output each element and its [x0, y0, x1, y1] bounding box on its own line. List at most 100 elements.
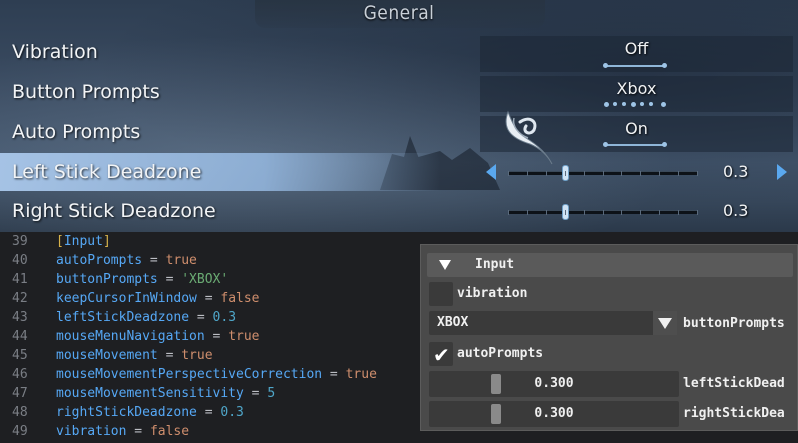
- equals-sign: =: [322, 367, 346, 382]
- equals-sign: =: [142, 253, 166, 268]
- slider-tick: [565, 210, 566, 215]
- right-stick-deadzone-slider[interactable]: [508, 204, 698, 220]
- increase-arrow-icon[interactable]: [777, 164, 787, 180]
- code-line[interactable]: 47 mouseMovementSensitivity = 5: [0, 386, 420, 405]
- config-value: false: [220, 291, 260, 306]
- vibration-value-cell[interactable]: Off: [480, 36, 793, 72]
- auto-prompts-checkbox[interactable]: ✔: [429, 342, 453, 367]
- option-dot: [661, 102, 666, 107]
- code-text: mouseMovementSensitivity = 5: [56, 386, 275, 401]
- code-line[interactable]: 42 keepCursorInWindow = false: [0, 291, 420, 310]
- code-line[interactable]: 41 buttonPrompts = 'XBOX': [0, 272, 420, 291]
- collapse-triangle-icon[interactable]: [439, 260, 451, 270]
- code-text: autoPrompts = true: [56, 253, 197, 268]
- dropdown-button[interactable]: [653, 311, 677, 335]
- inspector-header[interactable]: Input: [427, 253, 793, 277]
- auto-prompts-field-label: autoPrompts: [457, 346, 544, 361]
- code-line[interactable]: 39 [Input]: [0, 234, 420, 253]
- config-key: leftStickDeadzone: [56, 310, 190, 325]
- config-value: true: [181, 348, 213, 363]
- button-prompts-field-label: buttonPrompts: [683, 316, 785, 331]
- config-key: mouseMovementPerspectiveCorrection: [56, 367, 323, 382]
- config-value: 0.3: [212, 310, 237, 325]
- line-number: 40: [12, 253, 28, 268]
- equals-sign: =: [243, 386, 268, 401]
- code-line[interactable]: 46 mouseMovementPerspectiveCorrection = t…: [0, 367, 420, 386]
- button-prompts-selected-value: XBOX: [437, 315, 469, 330]
- slider-tick: [584, 171, 585, 176]
- line-number: 46: [12, 367, 28, 382]
- button-prompts-value-cell[interactable]: Xbox: [480, 76, 793, 112]
- vibration-field-label: vibration: [457, 286, 528, 301]
- section-name: Input: [63, 234, 103, 249]
- slider-tick: [508, 210, 509, 215]
- left-stick-deadzone-slider[interactable]: [508, 165, 698, 181]
- code-line[interactable]: 44 mouseMenuNavigation = true: [0, 329, 420, 348]
- config-key: rightStickDeadzone: [56, 405, 197, 420]
- slider-tick: [565, 171, 566, 176]
- code-text: mouseMenuNavigation = true: [56, 329, 260, 344]
- slider-tick: [659, 210, 660, 215]
- equals-sign: =: [157, 272, 182, 287]
- code-line[interactable]: 48 rightStickDeadzone = 0.3: [0, 405, 420, 424]
- right-stick-deadzone-label[interactable]: Right Stick Deadzone: [12, 200, 216, 222]
- code-line[interactable]: 43 leftStickDeadzone = 0.3: [0, 310, 420, 329]
- left-stick-deadzone-value: 0.3: [723, 162, 749, 181]
- code-text: keepCursorInWindow = false: [56, 291, 260, 306]
- vibration-checkbox[interactable]: [429, 282, 453, 306]
- slider-tick: [678, 210, 679, 215]
- section-title: General: [363, 2, 435, 24]
- bracket: ]: [102, 234, 111, 249]
- right-stick-deadzone-value: 0.3: [723, 201, 749, 220]
- chevron-down-icon: [658, 318, 672, 329]
- slider-tick: [508, 171, 509, 176]
- slider-tick: [640, 210, 641, 215]
- vibration-label[interactable]: Vibration: [12, 41, 98, 63]
- config-key: mouseMovement: [56, 348, 158, 363]
- config-key: mouseMovementSensitivity: [56, 386, 244, 401]
- line-number: 49: [12, 424, 28, 439]
- config-value: true: [345, 367, 377, 382]
- slider-tick: [527, 210, 528, 215]
- code-line[interactable]: 45 mouseMovement = true: [0, 348, 420, 367]
- auto-prompts-label[interactable]: Auto Prompts: [12, 121, 140, 143]
- option-dot: [604, 102, 609, 107]
- button-prompts-option-indicator: [604, 102, 666, 107]
- config-key: vibration: [56, 424, 127, 439]
- config-value: 0.3: [220, 405, 244, 420]
- right-stick-deadzone-field[interactable]: 0.300: [429, 401, 679, 427]
- option-dot: [603, 63, 608, 68]
- ornate-cursor-icon: [505, 110, 553, 165]
- button-prompts-value: Xbox: [616, 79, 657, 98]
- config-value: false: [149, 424, 190, 439]
- vibration-option-indicator: [603, 63, 667, 68]
- bracket: [: [56, 234, 64, 249]
- slider-tick: [603, 171, 604, 176]
- line-number: 41: [12, 272, 28, 287]
- config-key: mouseMenuNavigation: [56, 329, 205, 344]
- option-dot: [662, 63, 667, 68]
- config-key: keepCursorInWindow: [56, 291, 197, 306]
- code-text: vibration = false: [56, 424, 189, 439]
- option-dot: [640, 102, 644, 106]
- line-number: 42: [12, 291, 28, 306]
- config-value: true: [165, 253, 197, 268]
- code-text: [Input]: [56, 234, 111, 249]
- slider-tick: [640, 171, 641, 176]
- code-line[interactable]: 40 autoPrompts = true: [0, 253, 420, 272]
- config-key: autoPrompts: [56, 253, 143, 268]
- game-settings-panel: General Vibration Off Button Prompts Xbo…: [0, 0, 798, 232]
- equals-sign: =: [196, 405, 221, 420]
- slider-tick: [697, 171, 698, 176]
- button-prompts-select[interactable]: XBOX: [429, 311, 673, 335]
- config-key: buttonPrompts: [56, 272, 158, 287]
- left-stick-deadzone-field[interactable]: 0.300: [429, 371, 679, 397]
- button-prompts-label[interactable]: Button Prompts: [12, 81, 160, 103]
- code-text: mouseMovement = true: [56, 348, 213, 363]
- option-dot: [631, 102, 636, 107]
- code-line[interactable]: 49 vibration = false: [0, 424, 420, 443]
- left-stick-deadzone-field-value: 0.300: [534, 376, 574, 391]
- slider-tick: [678, 171, 679, 176]
- left-stick-deadzone-label[interactable]: Left Stick Deadzone: [12, 161, 201, 183]
- decrease-arrow-icon[interactable]: [486, 164, 496, 180]
